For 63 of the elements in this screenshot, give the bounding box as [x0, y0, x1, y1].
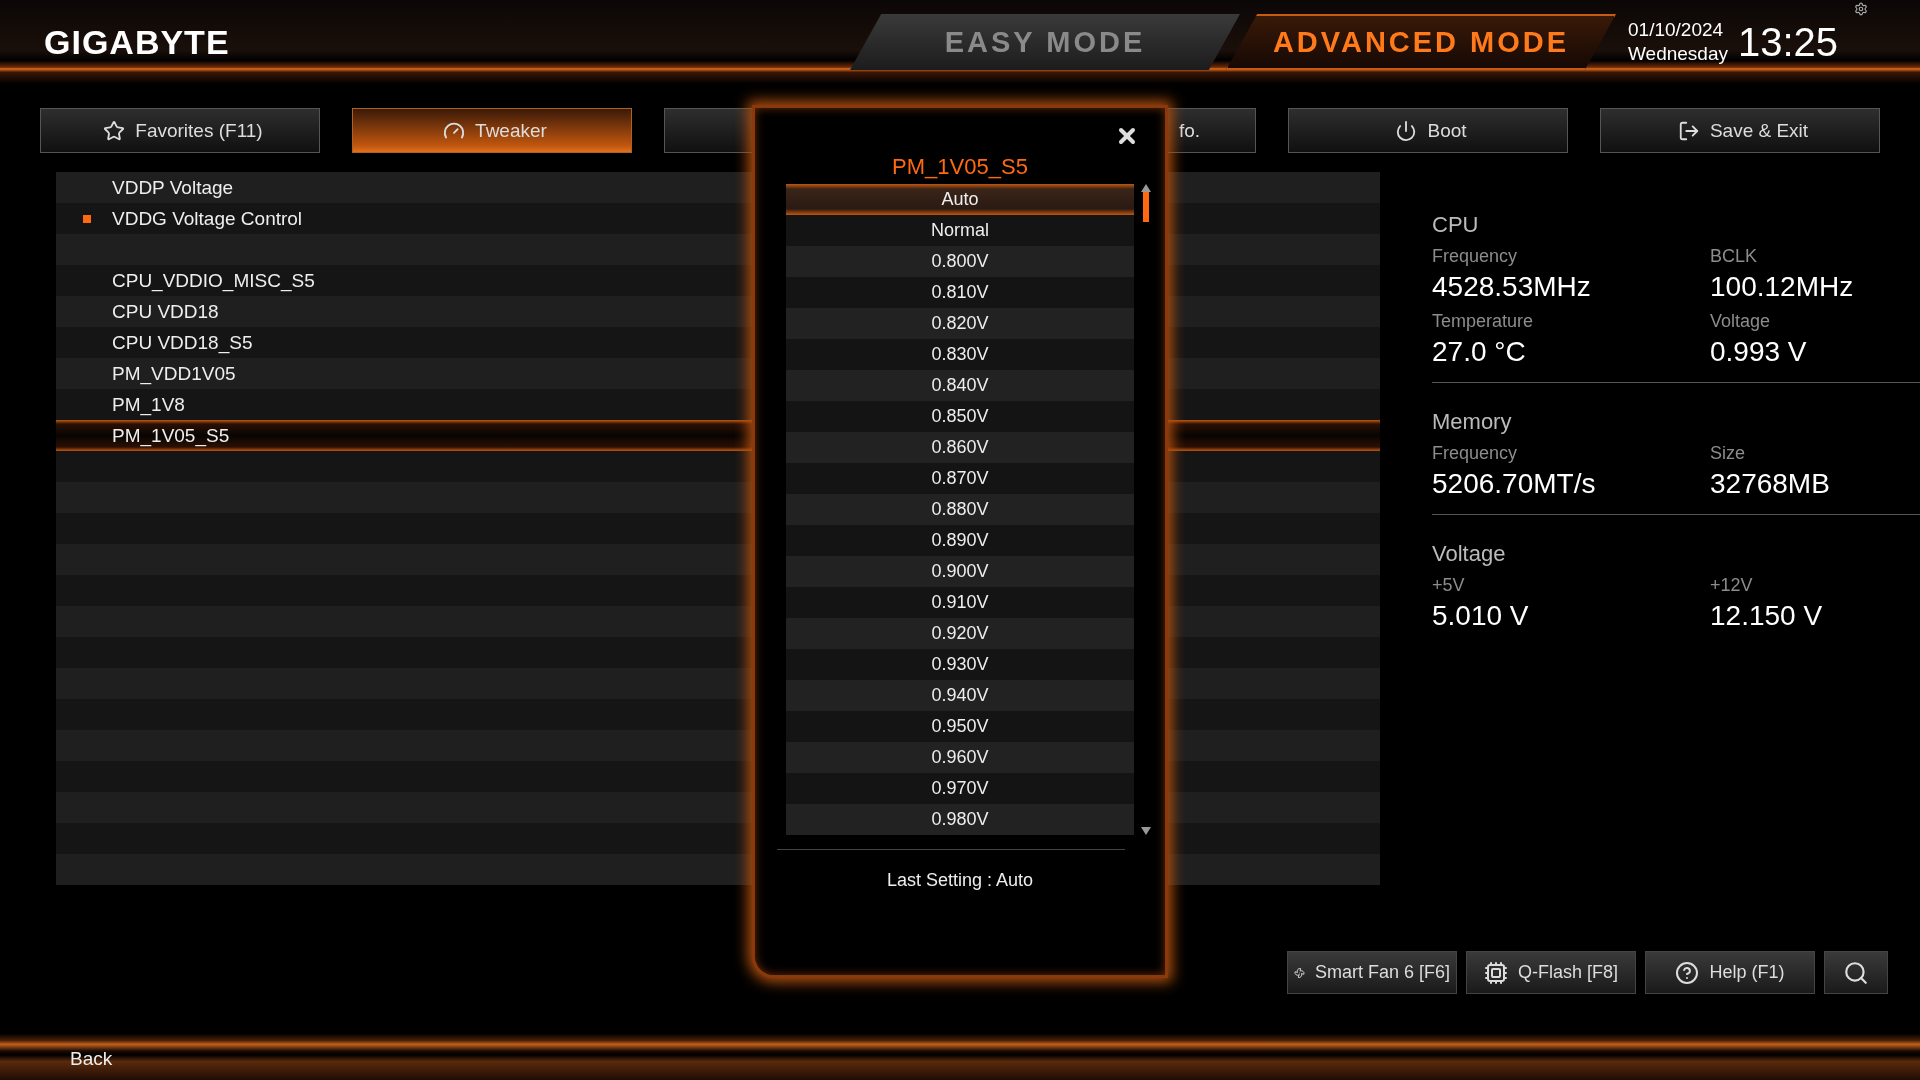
info-label: Voltage	[1710, 311, 1772, 332]
info-label: BCLK	[1710, 246, 1759, 267]
option-item[interactable]: Normal	[786, 215, 1134, 246]
option-item[interactable]: 0.800V	[786, 246, 1134, 277]
tool-button[interactable]: Q-Flash [F8]	[1466, 951, 1636, 994]
info-value: 32768MB	[1710, 468, 1831, 500]
clock: 13:25	[1738, 19, 1839, 65]
setting-label: CPU VDD18_S5	[112, 331, 253, 354]
info-value: 12.150 V	[1710, 600, 1824, 632]
option-item[interactable]: 0.930V	[786, 649, 1134, 680]
option-item[interactable]: 0.910V	[786, 587, 1134, 618]
mode-tab[interactable]: EASY MODE	[850, 14, 1240, 70]
section-title: Memory	[1432, 409, 1513, 435]
option-item[interactable]: 0.900V	[786, 556, 1134, 587]
info-label: Size	[1710, 443, 1746, 464]
option-item[interactable]: 0.980V	[786, 804, 1134, 835]
option-item[interactable]: 0.920V	[786, 618, 1134, 649]
option-item[interactable]: 0.890V	[786, 525, 1134, 556]
option-item[interactable]: 0.960V	[786, 742, 1134, 773]
setting-label: PM_1V8	[112, 393, 185, 416]
tool-button[interactable]: Smart Fan 6 [F6]	[1287, 951, 1457, 994]
option-item[interactable]: 0.970V	[786, 773, 1134, 804]
info-value: 0.993 V	[1710, 336, 1808, 368]
mode-tab[interactable]: ADVANCED MODE	[1226, 14, 1616, 70]
setting-label: VDDG Voltage Control	[112, 207, 303, 230]
setting-label: CPU_VDDIO_MISC_S5	[112, 269, 315, 292]
logo: GIGABYTE	[44, 22, 231, 62]
info-value: 5.010 V	[1432, 600, 1530, 632]
option-item[interactable]: 0.820V	[786, 308, 1134, 339]
option-item[interactable]: 0.950V	[786, 711, 1134, 742]
menu-tab[interactable]: Save & Exit	[1600, 108, 1880, 153]
back-link[interactable]: Back	[70, 1048, 113, 1070]
option-item[interactable]: 0.810V	[786, 277, 1134, 308]
option-item[interactable]: 0.850V	[786, 401, 1134, 432]
menu-tab[interactable]: Boot	[1288, 108, 1568, 153]
info-label: Frequency	[1432, 246, 1519, 267]
menu-tab[interactable]: Tweaker	[352, 108, 632, 153]
info-label: +12V	[1710, 575, 1754, 596]
option-item[interactable]: 0.880V	[786, 494, 1134, 525]
option-item[interactable]: 0.870V	[786, 463, 1134, 494]
option-item[interactable]: 0.940V	[786, 680, 1134, 711]
info-value: 5206.70MT/s	[1432, 468, 1597, 500]
weekday: Wednesday	[1628, 42, 1728, 66]
info-label: Temperature	[1432, 311, 1535, 332]
info-label: Frequency	[1432, 443, 1519, 464]
date: 01/10/2024	[1628, 18, 1725, 42]
info-label: +5V	[1432, 575, 1466, 596]
setting-label: PM_VDD1V05	[112, 362, 236, 385]
option-item[interactable]: 0.860V	[786, 432, 1134, 463]
info-value: 4528.53MHz	[1432, 271, 1592, 303]
info-value: 100.12MHz	[1710, 271, 1855, 303]
section-title: Voltage	[1432, 541, 1507, 567]
setting-label: VDDP Voltage	[112, 176, 234, 199]
option-item[interactable]: 0.840V	[786, 370, 1134, 401]
tool-button[interactable]: Help (F1)	[1645, 951, 1815, 994]
option-item[interactable]: 0.830V	[786, 339, 1134, 370]
section-title: CPU	[1432, 212, 1480, 238]
last-setting: Last Setting : Auto	[886, 870, 1034, 891]
setting-label: CPU VDD18	[112, 300, 219, 323]
info-value: 27.0 °C	[1432, 336, 1527, 368]
option-item[interactable]: Auto	[786, 184, 1134, 215]
setting-label: PM_1V05_S5	[112, 424, 230, 447]
menu-tab[interactable]: Favorites (F11)	[40, 108, 320, 153]
